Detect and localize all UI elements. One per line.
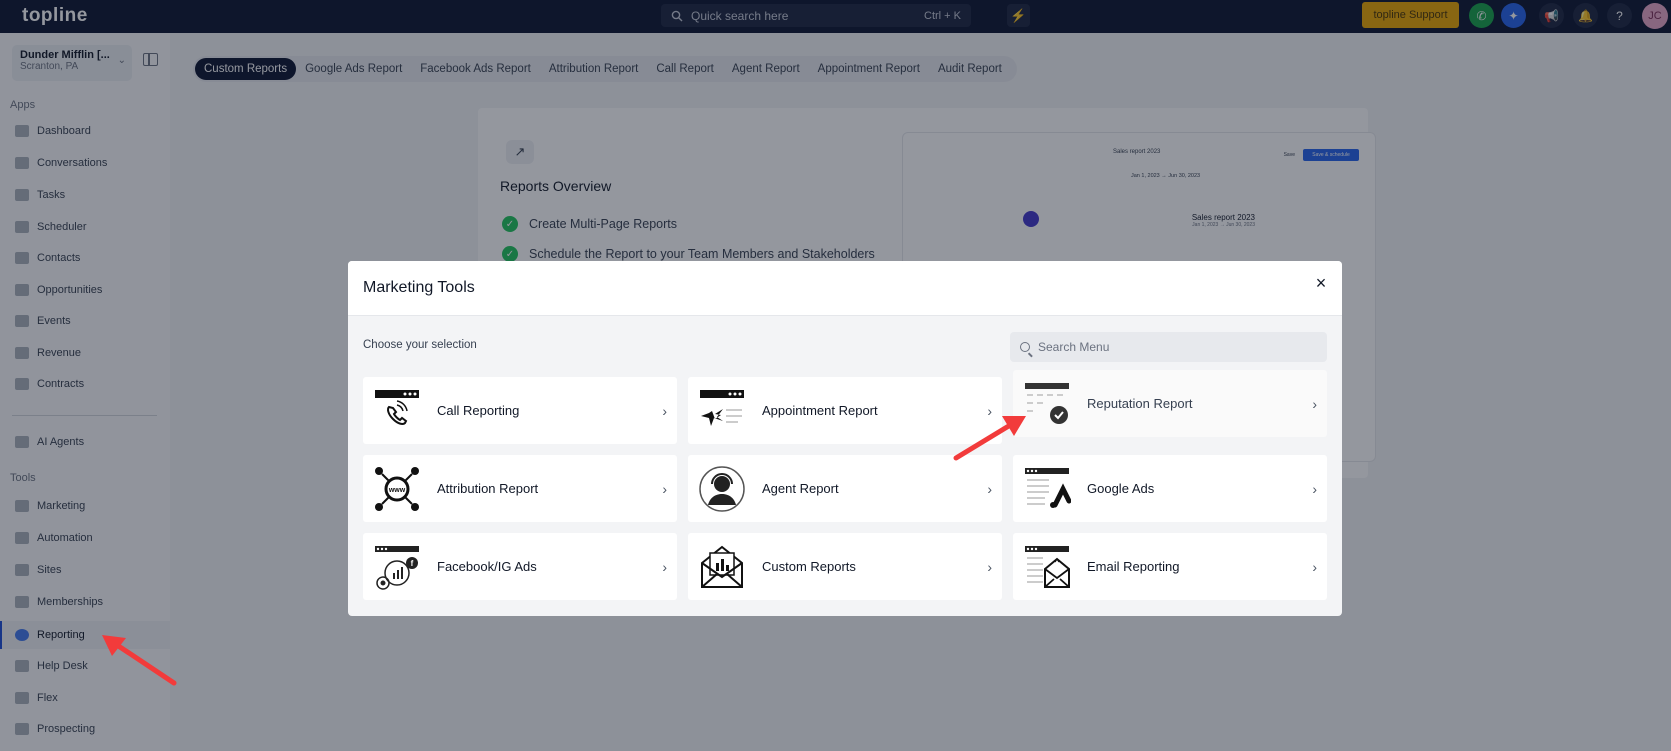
tile-facebook-ig-ads[interactable]: f Facebook/IG Ads › [363, 533, 677, 600]
tile-label: Reputation Report [1087, 396, 1193, 411]
tile-label: Agent Report [762, 481, 839, 496]
tile-reputation-report[interactable]: Reputation Report › [1013, 370, 1327, 437]
google-ads-icon [1025, 468, 1071, 508]
search-icon [1020, 342, 1030, 352]
reputation-check-icon [1025, 383, 1069, 424]
menu-search-input[interactable]: Search Menu [1010, 332, 1327, 362]
tile-label: Appointment Report [762, 403, 878, 418]
svg-text:www: www [388, 487, 406, 494]
chevron-right-icon: › [1312, 558, 1317, 575]
chevron-right-icon: › [987, 558, 992, 575]
chevron-right-icon: › [1312, 480, 1317, 497]
modal-title: Marketing Tools [363, 279, 475, 296]
annotation-arrow-reporting [102, 635, 177, 686]
menu-search-placeholder: Search Menu [1038, 340, 1110, 354]
choose-selection-label: Choose your selection [363, 339, 477, 351]
calendar-report-icon [700, 390, 744, 426]
chevron-right-icon: › [662, 558, 667, 575]
tile-custom-reports[interactable]: Custom Reports › [688, 533, 1002, 600]
tile-label: Custom Reports [762, 559, 856, 574]
marketing-tools-modal: Marketing Tools × Choose your selection … [348, 261, 1342, 616]
modal-header: Marketing Tools × [348, 261, 1342, 316]
email-report-icon [1025, 546, 1070, 588]
annotation-arrow-reputation [953, 416, 1026, 461]
tile-call-reporting[interactable]: Call Reporting › [363, 377, 677, 444]
tile-label: Call Reporting [437, 403, 520, 418]
chevron-right-icon: › [662, 402, 667, 419]
chevron-right-icon: › [1312, 395, 1317, 412]
svg-text:f: f [411, 559, 414, 568]
envelope-chart-icon [701, 545, 743, 588]
tile-label: Attribution Report [437, 481, 539, 496]
close-icon[interactable]: × [1310, 272, 1332, 294]
tile-label: Facebook/IG Ads [437, 559, 537, 574]
tile-google-ads[interactable]: Google Ads › [1013, 455, 1327, 522]
tile-label: Google Ads [1087, 481, 1155, 496]
facebook-ig-icon: f [375, 546, 419, 590]
chevron-right-icon: › [662, 480, 667, 497]
www-network-icon: www [375, 467, 419, 511]
agent-headset-icon [699, 466, 745, 512]
chevron-right-icon: › [987, 480, 992, 497]
tile-label: Email Reporting [1087, 559, 1180, 574]
phone-report-icon [375, 390, 419, 425]
tile-email-reporting[interactable]: Email Reporting › [1013, 533, 1327, 600]
tile-attribution-report[interactable]: www Attribution Report › [363, 455, 677, 522]
